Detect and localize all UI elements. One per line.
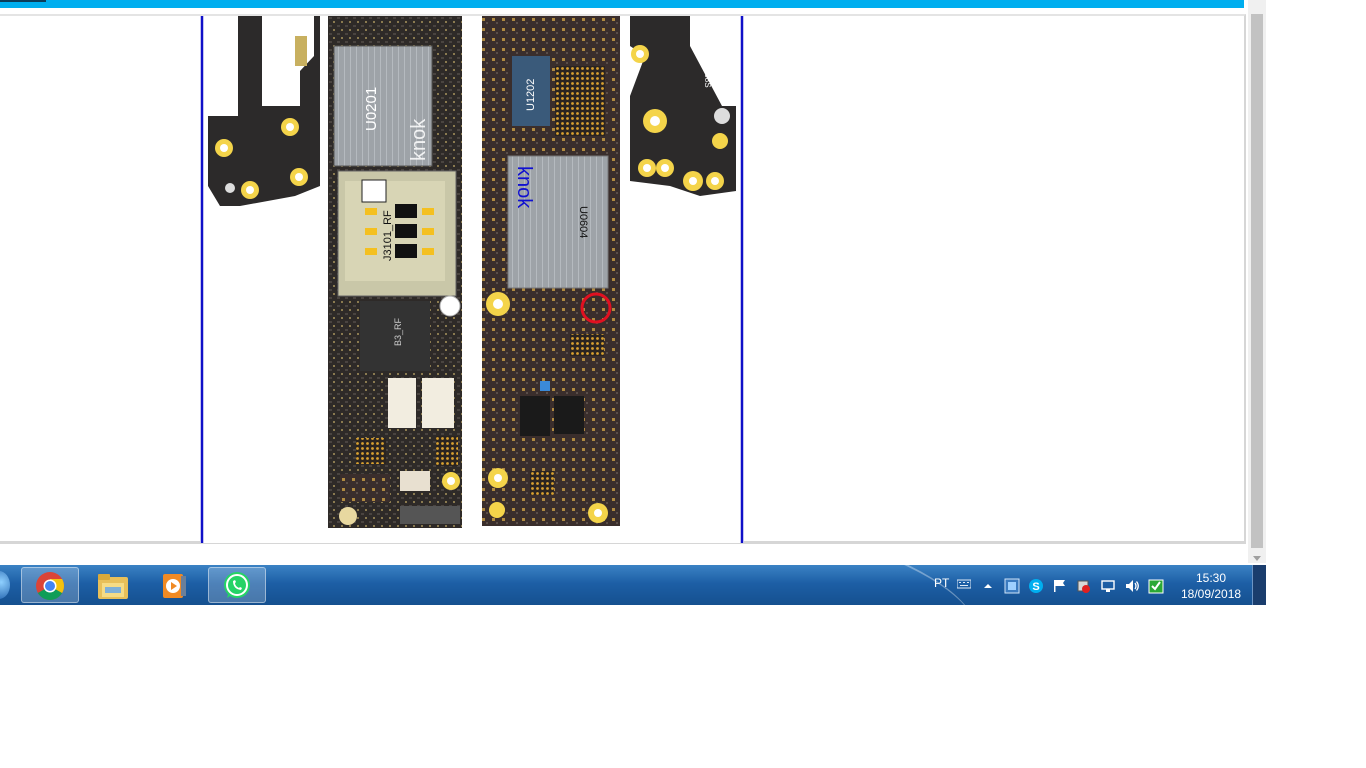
svg-text:S: S (1032, 581, 1039, 593)
keyboard-icon[interactable] (957, 579, 971, 589)
network-app-icon[interactable] (1004, 578, 1020, 594)
u1202-label: U1202 (525, 79, 537, 111)
j3101-label: J3101_RF (382, 210, 394, 261)
action-center-flag-icon[interactable] (1052, 578, 1068, 594)
clock-time[interactable]: 15:30 (1196, 571, 1226, 585)
taskbar-media-player-button[interactable] (146, 567, 204, 603)
media-player-icon (163, 574, 186, 598)
scroll-down-arrow-icon[interactable] (1253, 556, 1261, 561)
antivirus-check-icon[interactable] (1148, 578, 1164, 594)
start-button-icon[interactable] (0, 571, 10, 599)
chrome-icon (36, 572, 64, 600)
whatsapp-icon (224, 572, 250, 598)
clock-date[interactable]: 18/09/2018 (1181, 587, 1241, 601)
u0604-label: U0604 (577, 206, 589, 238)
knok-watermark-left: knok (408, 118, 430, 161)
vertical-scrollbar[interactable] (1248, 0, 1266, 563)
show-hidden-icons-icon[interactable] (983, 582, 993, 590)
header-edge (0, 0, 46, 2)
u0201-label: U0201 (363, 87, 380, 131)
taskbar-chrome-button[interactable] (21, 567, 79, 603)
taskbar-whatsapp-button[interactable] (208, 567, 266, 603)
logic-board-image: U0201 knok J3101_RF B3_RF U1202 knok U06… (200, 16, 744, 543)
safely-remove-hardware-icon[interactable] (1075, 578, 1091, 594)
left-logic-board: U0201 knok J3101_RF B3_RF (328, 16, 462, 528)
language-indicator[interactable]: PT (934, 576, 949, 590)
show-desktop-button[interactable] (1252, 565, 1266, 605)
b3rf-label: B3_RF (393, 317, 403, 346)
taskbar: PT S 15:30 18/09/2018 (0, 565, 1266, 605)
taskbar-explorer-button[interactable] (84, 567, 142, 603)
right-logic-board: U1202 knok U0604 (482, 16, 620, 526)
volume-icon[interactable] (1124, 578, 1140, 594)
scrollbar-thumb[interactable] (1251, 14, 1263, 548)
knok-watermark-right: knok (513, 166, 535, 209)
page-header-bar (0, 0, 1244, 8)
skype-icon[interactable]: S (1028, 578, 1044, 594)
t308s-label: T308S (703, 64, 712, 88)
folder-icon (98, 574, 128, 599)
network-icon[interactable] (1100, 578, 1116, 594)
